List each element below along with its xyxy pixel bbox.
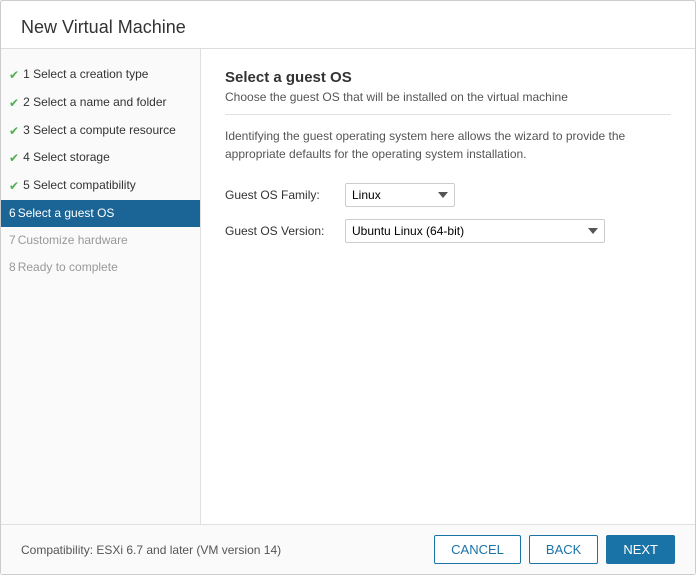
- sidebar-item-label: 3 Select a compute resource: [23, 122, 176, 139]
- footer: Compatibility: ESXi 6.7 and later (VM ve…: [1, 524, 695, 574]
- sidebar-item-label: 4 Select storage: [23, 149, 110, 166]
- dialog-body: ✔1 Select a creation type✔2 Select a nam…: [1, 49, 695, 524]
- guest-os-family-select[interactable]: LinuxWindowsOther: [345, 183, 455, 207]
- dialog-title: New Virtual Machine: [21, 17, 675, 38]
- sidebar-item-label: Ready to complete: [18, 259, 118, 276]
- guest-os-version-row: Guest OS Version: Ubuntu Linux (64-bit)U…: [225, 219, 671, 243]
- step-number: 6: [9, 205, 16, 222]
- sidebar-item-label: 5 Select compatibility: [23, 177, 136, 194]
- sidebar-item-label: Select a guest OS: [18, 205, 115, 222]
- check-icon: ✔: [9, 150, 19, 167]
- check-icon: ✔: [9, 95, 19, 112]
- next-button[interactable]: NEXT: [606, 535, 675, 564]
- sidebar-item-step5[interactable]: ✔5 Select compatibility: [1, 172, 200, 200]
- sidebar-item-label: 1 Select a creation type: [23, 66, 148, 83]
- footer-buttons: CANCEL BACK NEXT: [434, 535, 675, 564]
- sidebar-item-step3[interactable]: ✔3 Select a compute resource: [1, 117, 200, 145]
- guest-os-version-select[interactable]: Ubuntu Linux (64-bit)Ubuntu Linux (32-bi…: [345, 219, 605, 243]
- guest-os-family-row: Guest OS Family: LinuxWindowsOther: [225, 183, 671, 207]
- sidebar-item-label: Customize hardware: [18, 232, 128, 249]
- dialog-header: New Virtual Machine: [1, 1, 695, 49]
- sidebar-item-step8: 8 Ready to complete: [1, 254, 200, 281]
- sidebar-item-step7: 7 Customize hardware: [1, 227, 200, 254]
- sidebar-item-label: 2 Select a name and folder: [23, 94, 166, 111]
- sidebar-item-step4[interactable]: ✔4 Select storage: [1, 144, 200, 172]
- step-number: 7: [9, 232, 16, 249]
- check-icon: ✔: [9, 67, 19, 84]
- step-number: 8: [9, 259, 16, 276]
- check-icon: ✔: [9, 178, 19, 195]
- description: Identifying the guest operating system h…: [225, 127, 671, 163]
- cancel-button[interactable]: CANCEL: [434, 535, 521, 564]
- main-content: Select a guest OS Choose the guest OS th…: [201, 49, 695, 524]
- sidebar-item-step1[interactable]: ✔1 Select a creation type: [1, 61, 200, 89]
- sidebar-item-step2[interactable]: ✔2 Select a name and folder: [1, 89, 200, 117]
- sidebar: ✔1 Select a creation type✔2 Select a nam…: [1, 49, 201, 524]
- new-vm-dialog: New Virtual Machine ✔1 Select a creation…: [0, 0, 696, 575]
- guest-os-family-label: Guest OS Family:: [225, 188, 345, 202]
- sidebar-item-step6[interactable]: 6 Select a guest OS: [1, 200, 200, 227]
- guest-os-version-label: Guest OS Version:: [225, 224, 345, 238]
- section-subtitle: Choose the guest OS that will be install…: [225, 90, 671, 115]
- back-button[interactable]: BACK: [529, 535, 598, 564]
- check-icon: ✔: [9, 123, 19, 140]
- section-title: Select a guest OS: [225, 69, 671, 86]
- compatibility-text: Compatibility: ESXi 6.7 and later (VM ve…: [21, 543, 281, 557]
